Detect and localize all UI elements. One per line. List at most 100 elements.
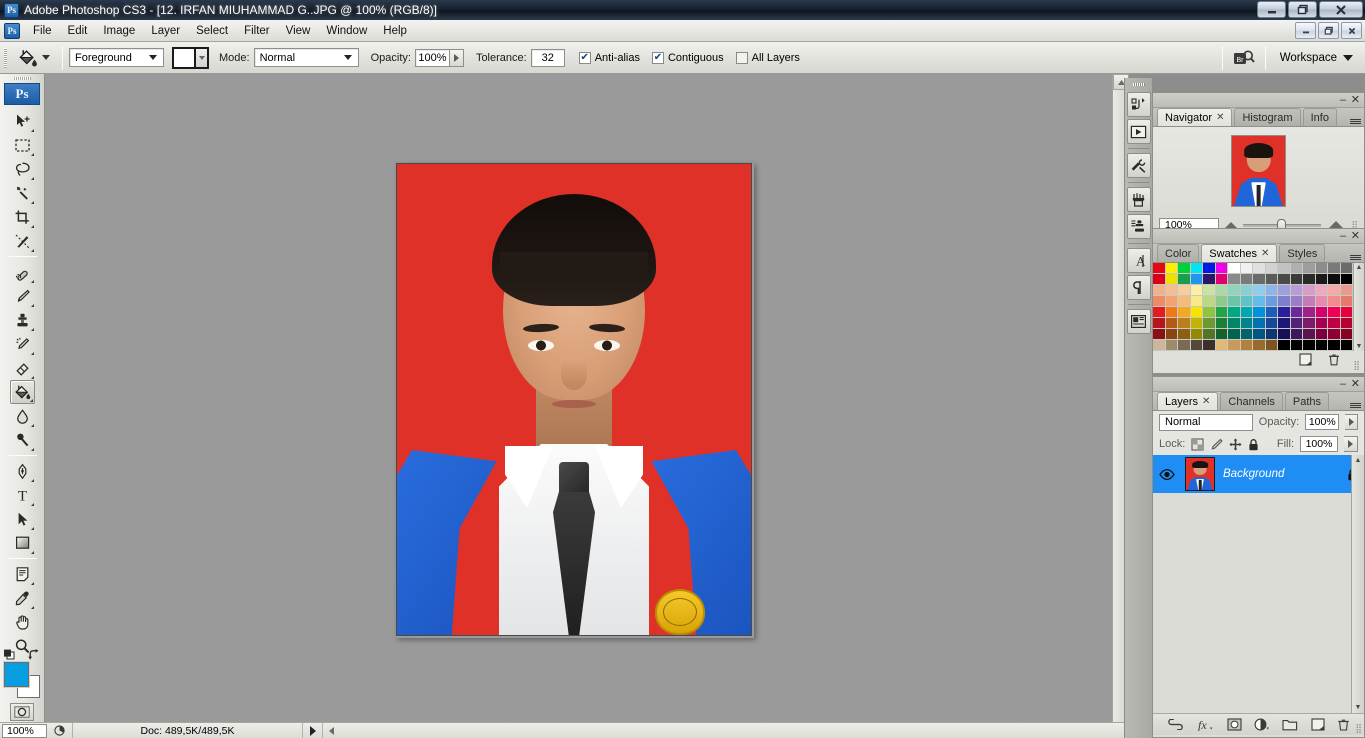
color-swatch[interactable] — [1190, 263, 1203, 274]
menu-item-file[interactable]: File — [25, 22, 60, 40]
menu-item-filter[interactable]: Filter — [236, 22, 278, 40]
color-swatch[interactable] — [1165, 318, 1178, 329]
color-swatch[interactable] — [1253, 263, 1266, 274]
scroll-up-arrow-icon[interactable]: ▲ — [1352, 455, 1364, 464]
color-swatch[interactable] — [1178, 318, 1191, 329]
color-swatch[interactable] — [1165, 307, 1178, 318]
layer-style-icon[interactable]: fx — [1196, 718, 1214, 731]
blur-tool[interactable] — [10, 404, 35, 428]
workspace-button[interactable]: Workspace — [1272, 52, 1365, 64]
color-swatch[interactable] — [1340, 296, 1353, 307]
color-swatch[interactable] — [1240, 285, 1253, 296]
color-swatch[interactable] — [1240, 307, 1253, 318]
color-swatch[interactable] — [1278, 318, 1291, 329]
color-swatch[interactable] — [1303, 307, 1316, 318]
layer-fill-input[interactable]: 100% — [1300, 436, 1338, 452]
tolerance-input[interactable]: 32 — [530, 48, 565, 67]
color-swatch[interactable] — [1265, 307, 1278, 318]
tab-styles[interactable]: Styles — [1279, 244, 1326, 262]
color-swatch[interactable] — [1290, 340, 1303, 351]
canvas-work-area[interactable] — [45, 74, 1112, 722]
color-swatch[interactable] — [1240, 340, 1253, 351]
color-swatch[interactable] — [1165, 263, 1178, 274]
rectangular-marquee-tool[interactable] — [10, 133, 35, 157]
color-swatch[interactable] — [1215, 263, 1228, 274]
color-swatch[interactable] — [1265, 340, 1278, 351]
color-swatch[interactable] — [1190, 285, 1203, 296]
color-swatch[interactable] — [1265, 263, 1278, 274]
tab-paths[interactable]: Paths — [1284, 392, 1330, 410]
layer-list[interactable]: Background ▲ ▼ — [1153, 455, 1364, 713]
brush-tool[interactable] — [10, 284, 35, 308]
color-swatch[interactable] — [1165, 296, 1178, 307]
blend-mode-select[interactable]: Normal — [253, 48, 359, 67]
healing-brush-tool[interactable] — [10, 260, 35, 284]
color-swatch[interactable] — [1215, 296, 1228, 307]
color-swatch[interactable] — [1290, 307, 1303, 318]
restore-button[interactable] — [1288, 1, 1317, 18]
color-swatch[interactable] — [1178, 274, 1191, 285]
navigator-thumbnail[interactable] — [1231, 135, 1286, 207]
color-swatch[interactable] — [1153, 318, 1166, 329]
panel-menu-icon[interactable] — [1350, 255, 1361, 260]
color-swatch[interactable] — [1265, 274, 1278, 285]
tab-channels[interactable]: Channels — [1220, 392, 1283, 410]
color-swatch[interactable] — [1203, 285, 1216, 296]
layers-panel-header[interactable]: – ✕ — [1153, 377, 1364, 392]
new-layer-icon[interactable] — [1310, 718, 1325, 731]
pattern-swatch[interactable] — [172, 46, 196, 69]
color-swatch[interactable] — [1315, 329, 1328, 340]
color-swatch[interactable] — [1190, 274, 1203, 285]
lock-image-pixels-icon[interactable] — [1210, 438, 1223, 451]
tab-info[interactable]: Info — [1302, 108, 1337, 126]
color-swatch[interactable] — [1340, 263, 1353, 274]
color-swatch[interactable] — [1253, 274, 1266, 285]
blend-mode-select[interactable]: Normal — [1159, 413, 1253, 431]
color-swatch[interactable] — [1190, 296, 1203, 307]
color-swatch[interactable] — [1303, 340, 1316, 351]
crop-tool[interactable] — [10, 205, 35, 229]
hand-tool[interactable] — [10, 610, 35, 634]
color-swatch[interactable] — [1303, 296, 1316, 307]
color-swatch[interactable] — [1303, 318, 1316, 329]
menu-item-select[interactable]: Select — [188, 22, 236, 40]
color-swatch[interactable] — [1290, 318, 1303, 329]
color-swatch[interactable] — [1240, 296, 1253, 307]
minimize-button[interactable] — [1257, 1, 1286, 18]
zoom-level-input[interactable]: 100% — [2, 723, 47, 738]
tab-histogram[interactable]: Histogram — [1234, 108, 1301, 126]
color-swatch[interactable] — [1265, 285, 1278, 296]
tab-navigator[interactable]: Navigator ✕ — [1157, 108, 1233, 126]
close-button[interactable] — [1319, 1, 1363, 18]
character-icon[interactable]: A — [1126, 248, 1151, 273]
move-tool[interactable] — [10, 109, 35, 133]
color-swatch[interactable] — [1178, 329, 1191, 340]
color-swatch[interactable] — [1240, 329, 1253, 340]
color-swatch[interactable] — [1328, 329, 1341, 340]
color-swatch[interactable] — [1328, 307, 1341, 318]
contiguous-checkbox[interactable]: ✔ Contiguous — [651, 51, 724, 64]
opacity-stepper[interactable] — [449, 48, 464, 67]
document-close-button[interactable] — [1341, 22, 1362, 39]
lock-all-icon[interactable] — [1248, 438, 1259, 451]
navigator-zoom-slider[interactable] — [1243, 218, 1322, 234]
color-swatch[interactable] — [1253, 329, 1266, 340]
scroll-up-arrow-icon[interactable]: ▲ — [1356, 264, 1363, 271]
color-swatch[interactable] — [1328, 318, 1341, 329]
color-swatch[interactable] — [1240, 263, 1253, 274]
new-group-icon[interactable] — [1282, 719, 1298, 731]
scroll-left-arrow-icon[interactable] — [329, 726, 334, 735]
layer-name[interactable]: Background — [1223, 468, 1339, 480]
color-swatch[interactable] — [1203, 307, 1216, 318]
dodge-tool[interactable] — [10, 428, 35, 452]
close-icon[interactable]: ✕ — [1216, 112, 1224, 123]
standard-mode-button[interactable] — [10, 703, 34, 721]
color-swatch[interactable] — [1165, 340, 1178, 351]
color-swatch[interactable] — [1178, 340, 1191, 351]
color-swatch[interactable] — [1265, 329, 1278, 340]
history-brush-tool[interactable] — [10, 332, 35, 356]
opacity-input[interactable]: 100% — [414, 48, 450, 67]
color-swatch[interactable] — [1178, 263, 1191, 274]
menu-item-window[interactable]: Window — [318, 22, 375, 40]
menu-item-view[interactable]: View — [278, 22, 319, 40]
